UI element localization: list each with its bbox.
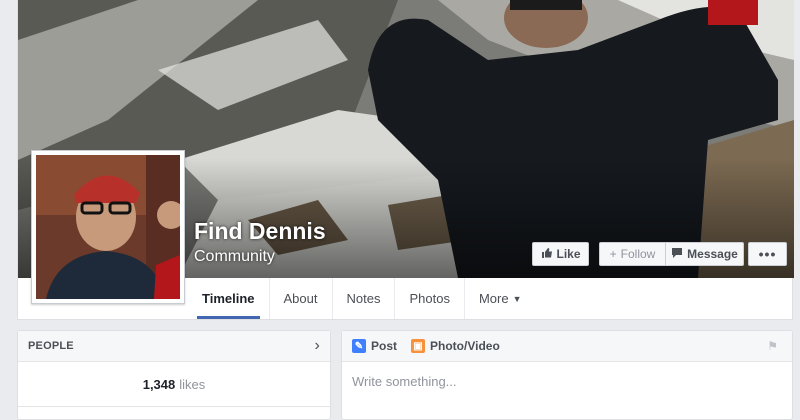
page-tabs: Timeline About Notes Photos More ▼ <box>188 278 536 319</box>
tab-about[interactable]: About <box>268 278 332 319</box>
tab-label: Notes <box>346 291 381 306</box>
page-title[interactable]: Find Dennis <box>194 218 326 245</box>
follow-button[interactable]: + Follow <box>599 242 666 266</box>
chevron-right-icon[interactable]: › <box>314 337 320 355</box>
tab-more[interactable]: More ▼ <box>463 278 536 319</box>
pencil-icon: ✎ <box>352 339 366 353</box>
people-header[interactable]: PEOPLE › <box>18 331 330 362</box>
likes-count[interactable]: 1,348 <box>143 377 176 392</box>
thumbs-up-icon <box>541 247 553 262</box>
profile-picture[interactable] <box>31 150 185 304</box>
more-label: ••• <box>758 246 777 262</box>
photo-icon: ▣ <box>411 339 426 353</box>
caret-down-icon: ▼ <box>512 293 522 304</box>
composer-input[interactable] <box>342 362 792 401</box>
people-title: PEOPLE <box>28 340 74 352</box>
flag-icon[interactable]: ⚑ <box>767 339 778 353</box>
message-label: Message <box>687 247 738 261</box>
likes-label: likes <box>179 376 206 392</box>
tab-label: More <box>478 291 509 306</box>
tab-photos[interactable]: Photos <box>394 278 463 319</box>
post-composer: ✎ Post ▣ Photo/Video ⚑ <box>341 330 793 420</box>
profile-picture-image <box>36 155 180 299</box>
speech-bubble-icon <box>671 247 683 262</box>
post-tab-label: Post <box>371 339 398 353</box>
photo-video-tab[interactable]: ▣ Photo/Video <box>411 339 500 353</box>
tab-timeline[interactable]: Timeline <box>188 278 269 319</box>
like-button[interactable]: Like <box>532 242 589 266</box>
people-panel: PEOPLE › 1,348 likes <box>17 330 331 420</box>
photo-tab-label: Photo/Video <box>430 339 500 353</box>
composer-tabs: ✎ Post ▣ Photo/Video ⚑ <box>342 331 792 362</box>
tab-label: Photos <box>409 291 450 306</box>
like-label: Like <box>556 247 581 261</box>
plus-icon: + <box>609 247 617 261</box>
likes-summary: 1,348 likes <box>18 362 330 407</box>
message-button[interactable]: Message <box>666 242 744 266</box>
tab-label: About <box>283 291 318 306</box>
follow-label: Follow <box>620 247 656 261</box>
tab-label: Timeline <box>202 291 255 306</box>
page-category[interactable]: Community <box>194 248 275 266</box>
tab-notes[interactable]: Notes <box>331 278 395 319</box>
post-tab[interactable]: ✎ Post <box>352 339 397 353</box>
more-actions-button[interactable]: ••• <box>748 242 787 266</box>
page-header: Find Dennis Community Like + Follow Mess… <box>17 0 794 320</box>
